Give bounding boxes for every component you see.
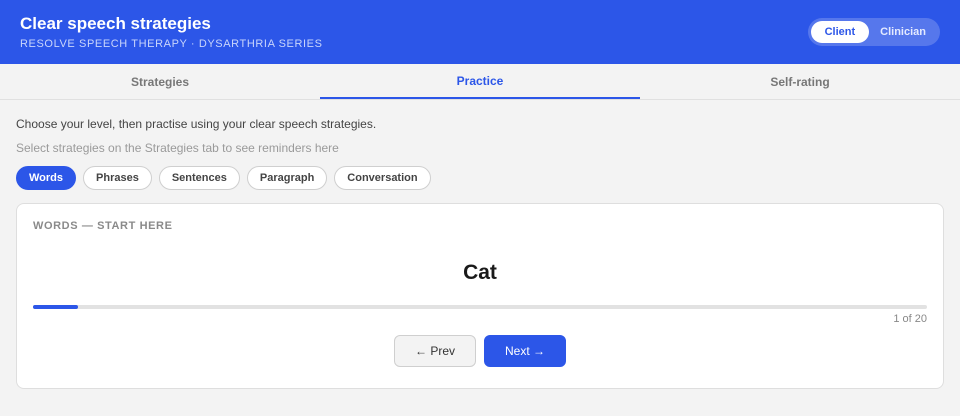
level-paragraph-button[interactable]: Paragraph [246,166,328,190]
app-title: Clear speech strategies [20,14,211,33]
progress-fill [33,305,78,309]
card-level-label: WORDS — START HERE [33,220,173,232]
header-text: Clear speech strategies Resolve Speech T… [20,14,323,50]
strategy-hint: Select strategies on the Strategies tab … [16,141,339,155]
level-phrases-button[interactable]: Phrases [83,166,152,190]
level-words-button[interactable]: Words [16,166,77,190]
level-conversation-button[interactable]: Conversation [334,166,431,190]
app-header: Clear speech strategies Resolve Speech T… [0,0,960,64]
practice-word: Cat [463,261,497,284]
mode-toggle: Client Clinician [807,18,940,46]
app-subtitle: Resolve Speech Therapy · Dysarthria seri… [20,38,323,50]
progress-bar [33,305,927,309]
next-button[interactable]: Next → [484,335,566,367]
tab-bar: Strategies Practice Self-rating [0,64,960,100]
tab-practice[interactable]: Practice [320,64,640,99]
practice-panel: Choose your level, then practise using y… [0,100,960,389]
practice-instruction: Choose your level, then practise using y… [16,117,377,131]
prev-button[interactable]: ← Prev [394,335,476,367]
card-navigation: ← Prev Next → [33,335,927,367]
progress-count: 1 of 20 [893,313,927,325]
level-selector: Words Phrases Sentences Paragraph Conver… [16,166,944,190]
tab-strategies[interactable]: Strategies [0,64,320,99]
clinician-mode-button[interactable]: Clinician [869,21,937,43]
level-sentences-button[interactable]: Sentences [158,166,240,190]
client-mode-button[interactable]: Client [810,21,870,43]
tab-self-rating[interactable]: Self-rating [640,64,960,99]
practice-card: WORDS — START HERE Cat 1 of 20 ← Prev Ne… [16,203,944,389]
